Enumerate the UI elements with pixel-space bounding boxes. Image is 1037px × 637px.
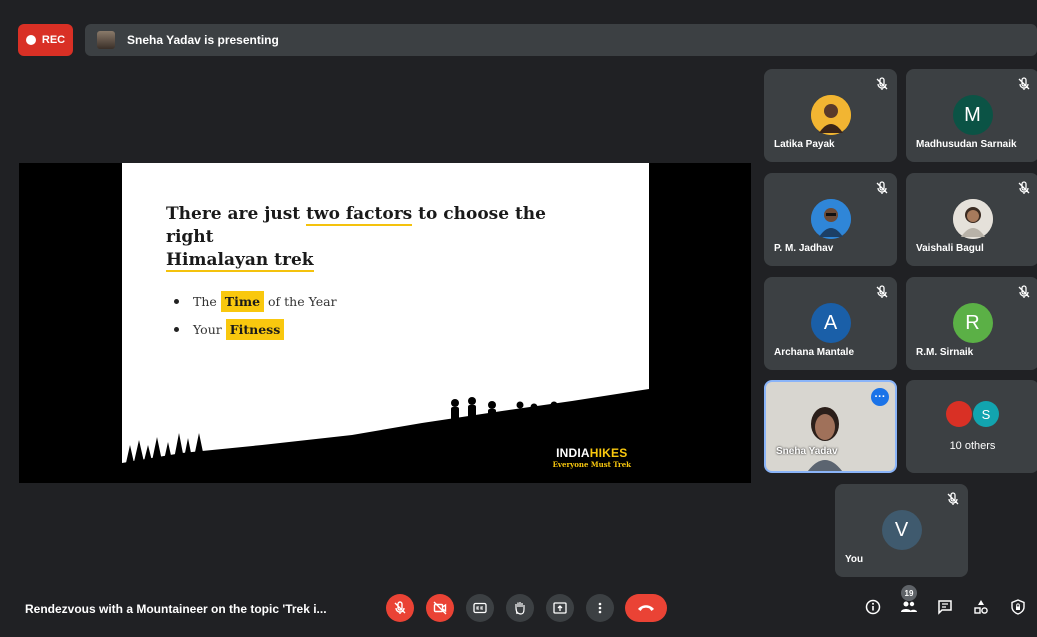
participant-name: Vaishali Bagul bbox=[916, 243, 984, 254]
others-tile[interactable]: S 10 others bbox=[906, 380, 1037, 473]
participant-tile[interactable]: A Archana Mantale bbox=[764, 277, 897, 370]
slide-title: There are just two factors to choose the… bbox=[166, 203, 586, 272]
avatar: S bbox=[973, 401, 999, 427]
slide-title-part1: There are just bbox=[166, 204, 307, 224]
host-controls-button[interactable] bbox=[1008, 597, 1028, 617]
record-dot-icon bbox=[25, 35, 36, 45]
avatar: M bbox=[952, 95, 993, 135]
meeting-details-button[interactable] bbox=[863, 597, 883, 617]
others-label: 10 others bbox=[949, 440, 996, 452]
participant-tile[interactable]: Latika Payak bbox=[764, 69, 897, 162]
mic-toggle-button[interactable] bbox=[386, 594, 414, 622]
participant-name: R.M. Sirnaik bbox=[916, 347, 974, 358]
closed-captions-icon bbox=[473, 602, 487, 614]
bullet-item: Your Fitness bbox=[174, 315, 337, 343]
bullet-dot bbox=[174, 326, 179, 332]
bullet-highlight: Time bbox=[220, 290, 265, 312]
brand-name-a: INDIA bbox=[556, 446, 590, 460]
leave-call-button[interactable] bbox=[625, 594, 667, 622]
raise-hand-button[interactable] bbox=[506, 594, 534, 622]
meeting-title[interactable]: Rendezvous with a Mountaineer on the top… bbox=[25, 602, 327, 616]
chat-icon bbox=[938, 600, 952, 615]
bullet-prefix: Your bbox=[193, 321, 222, 337]
mic-off-icon bbox=[876, 181, 888, 194]
brand-logo: INDIAHIKES Everyone Must Trek bbox=[553, 446, 631, 469]
bottom-bar: Rendezvous with a Mountaineer on the top… bbox=[0, 585, 1037, 632]
slide-title-line2: Himalayan trek bbox=[166, 250, 314, 272]
bullet-item: The Time of the Year bbox=[174, 287, 337, 315]
self-video-feed bbox=[808, 407, 842, 471]
participant-name: Sneha Yadav bbox=[776, 446, 838, 457]
bullet-highlight: Fitness bbox=[225, 318, 285, 340]
bullet-dot bbox=[174, 298, 179, 304]
call-end-icon bbox=[638, 605, 654, 611]
avatar bbox=[952, 199, 993, 239]
avatar: R bbox=[952, 303, 993, 343]
participant-name: Archana Mantale bbox=[774, 347, 855, 358]
mic-off-icon bbox=[876, 77, 888, 90]
top-bar: REC Sneha Yadav is presenting bbox=[10, 24, 1037, 56]
presenter-avatar bbox=[97, 31, 115, 49]
slide-bullets: The Time of the Year Your Fitness bbox=[174, 287, 337, 343]
info-icon bbox=[865, 599, 881, 615]
mic-off-icon bbox=[1018, 285, 1030, 298]
activities-button[interactable] bbox=[971, 597, 991, 617]
activities-icon bbox=[974, 600, 988, 614]
people-icon bbox=[901, 601, 917, 612]
recording-label: REC bbox=[41, 34, 66, 46]
participant-name: Latika Payak bbox=[774, 139, 835, 150]
more-horiz-icon[interactable]: ··· bbox=[871, 388, 889, 406]
more-options-button[interactable] bbox=[586, 594, 614, 622]
presentation-stage: There are just two factors to choose the… bbox=[19, 163, 751, 483]
participant-name: P. M. Jadhav bbox=[774, 243, 834, 254]
participant-tile[interactable]: P. M. Jadhav bbox=[764, 173, 897, 266]
profile-photo bbox=[810, 95, 851, 135]
participant-name: Madhusudan Sarnaik bbox=[916, 139, 1017, 150]
brand-tagline: Everyone Must Trek bbox=[552, 460, 631, 469]
recording-indicator[interactable]: REC bbox=[18, 24, 73, 56]
camera-off-icon bbox=[433, 601, 447, 615]
shield-lock-icon bbox=[1011, 599, 1025, 615]
avatar bbox=[810, 95, 851, 135]
avatar: A bbox=[810, 303, 851, 343]
captions-button[interactable] bbox=[466, 594, 494, 622]
presenting-banner: Sneha Yadav is presenting bbox=[85, 24, 1037, 56]
avatar bbox=[946, 401, 972, 427]
bullet-suffix: of the Year bbox=[268, 293, 337, 309]
chat-button[interactable] bbox=[935, 597, 955, 617]
mic-off-icon bbox=[1018, 77, 1030, 90]
camera-toggle-button[interactable] bbox=[426, 594, 454, 622]
brand-name: INDIAHIKES bbox=[553, 446, 631, 460]
mic-off-icon bbox=[1018, 181, 1030, 194]
people-button[interactable] bbox=[899, 597, 919, 617]
participant-name: You bbox=[845, 554, 864, 565]
participant-tile[interactable]: Vaishali Bagul bbox=[906, 173, 1037, 266]
hand-icon bbox=[515, 602, 525, 615]
present-to-all-icon bbox=[553, 602, 567, 614]
present-screen-button[interactable] bbox=[546, 594, 574, 622]
slide: There are just two factors to choose the… bbox=[122, 163, 649, 483]
more-vert-icon bbox=[598, 602, 602, 614]
avatar bbox=[810, 199, 851, 239]
self-video-tile[interactable]: ··· Sneha Yadav bbox=[764, 380, 897, 473]
participant-tile[interactable]: R R.M. Sirnaik bbox=[906, 277, 1037, 370]
participant-tile[interactable]: M Madhusudan Sarnaik bbox=[906, 69, 1037, 162]
slide-title-highlight: two factors bbox=[306, 204, 413, 226]
mic-off-icon bbox=[876, 285, 888, 298]
profile-photo bbox=[810, 199, 851, 239]
you-tile[interactable]: V You bbox=[835, 484, 968, 577]
brand-name-b: HIKES bbox=[589, 446, 628, 460]
profile-photo bbox=[952, 199, 993, 239]
mic-off-icon bbox=[394, 601, 406, 614]
bullet-prefix: The bbox=[193, 293, 217, 309]
presenting-text: Sneha Yadav is presenting bbox=[127, 33, 279, 47]
avatar: V bbox=[881, 510, 922, 550]
mic-off-icon bbox=[947, 492, 959, 505]
